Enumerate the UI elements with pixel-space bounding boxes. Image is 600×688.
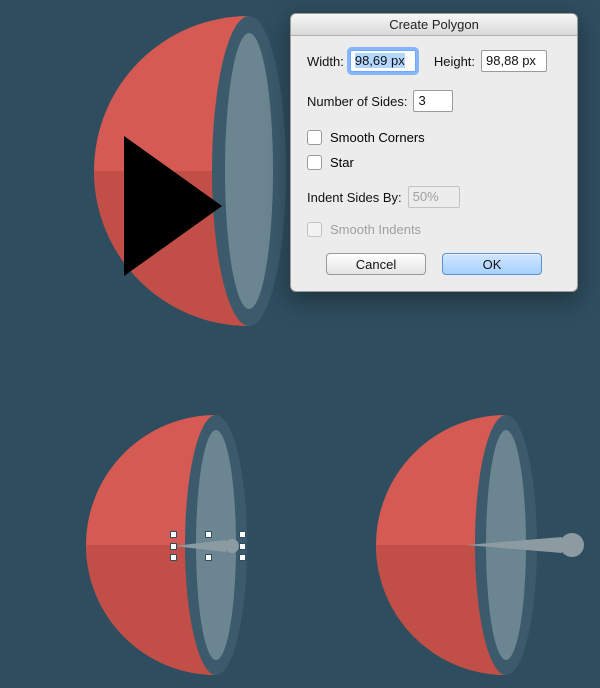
indent-input: 50% (408, 186, 460, 208)
star-label: Star (330, 155, 354, 170)
create-polygon-dialog: Create Polygon Width: 98,69 px Height: 9… (290, 13, 578, 292)
artboard-bowl-bottom-right (306, 415, 596, 675)
dialog-title: Create Polygon (291, 14, 577, 36)
artboard-bowl-top-left (16, 16, 286, 326)
width-input[interactable]: 98,69 px (350, 50, 416, 72)
cancel-button[interactable]: Cancel (326, 253, 426, 275)
sides-input[interactable]: 3 (413, 90, 453, 112)
ok-button[interactable]: OK (442, 253, 542, 275)
artboard-bowl-bottom-left (16, 415, 270, 675)
star-checkbox[interactable] (307, 155, 322, 170)
smooth-corners-checkbox[interactable] (307, 130, 322, 145)
smooth-corners-label: Smooth Corners (330, 130, 425, 145)
bowl-shape (16, 16, 286, 326)
selection-handles[interactable] (174, 535, 246, 557)
smooth-indents-label: Smooth Indents (330, 222, 421, 237)
width-label: Width: (307, 54, 344, 69)
height-label: Height: (434, 54, 475, 69)
bowl-shape (306, 415, 596, 675)
smooth-indents-checkbox (307, 222, 322, 237)
height-input[interactable]: 98,88 px (481, 50, 547, 72)
indent-label: Indent Sides By: (307, 190, 402, 205)
sides-label: Number of Sides: (307, 94, 407, 109)
